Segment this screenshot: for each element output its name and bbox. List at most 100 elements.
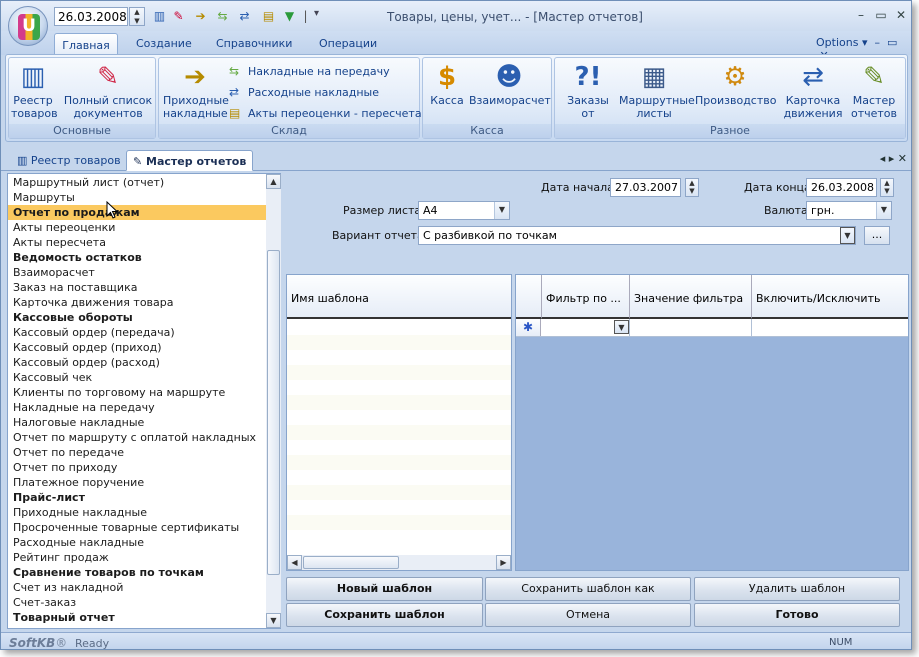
delete-template-button[interactable]: Удалить шаблон <box>694 577 900 601</box>
full-documents-list-button[interactable]: ✎ Полный список документов <box>63 62 153 120</box>
template-name-header[interactable]: Имя шаблона <box>287 275 511 319</box>
tab-references[interactable]: Справочники <box>216 37 292 50</box>
report-list-item[interactable]: Сравнение товаров по точкам <box>8 565 266 580</box>
report-list-item[interactable]: Карточка движения товара <box>8 295 266 310</box>
report-list-scrollbar[interactable]: ▲ ▼ <box>266 174 281 628</box>
report-list-item[interactable]: Счет из накладной <box>8 580 266 595</box>
report-list-item[interactable]: Кассовый чек <box>8 370 266 385</box>
include-exclude-cell[interactable] <box>752 319 908 336</box>
scroll-right-icon[interactable]: ▶ <box>496 555 511 570</box>
movement-card-button[interactable]: ⇄ Карточка движения <box>783 62 843 120</box>
scroll-thumb[interactable] <box>267 250 280 575</box>
report-variant-select[interactable]: С разбивкой по точкам ▼ <box>418 226 856 245</box>
variant-browse-button[interactable]: ... <box>864 226 890 245</box>
close-icon[interactable]: ✕ <box>892 7 910 23</box>
report-list-item[interactable]: Кассовый ордер (расход) <box>8 355 266 370</box>
report-list-item[interactable]: Расходные накладные <box>8 535 266 550</box>
report-list-item[interactable]: Отчет по передаче <box>8 445 266 460</box>
current-date-field[interactable]: 26.03.2008 <box>54 7 128 26</box>
report-list-item[interactable]: Заказ на поставщика <box>8 280 266 295</box>
report-list-item[interactable]: Взаиморасчет <box>8 265 266 280</box>
report-list-item[interactable]: Платежное поручение <box>8 475 266 490</box>
filter-value-header[interactable]: Значение фильтра <box>630 275 752 319</box>
incoming-invoices-button[interactable]: ➔ Приходные накладные <box>163 62 229 120</box>
date-end-spinner[interactable]: ▲ ▼ <box>880 178 894 197</box>
scroll-up-icon[interactable]: ▲ <box>266 174 281 189</box>
report-list-item[interactable]: Просроченные товарные сертификаты <box>8 520 266 535</box>
tab-create[interactable]: Создание <box>136 37 192 50</box>
filter-icon[interactable]: ▼ <box>282 8 297 24</box>
filter-grid[interactable]: Фильтр по ... Значение фильтра Включить/… <box>515 274 909 571</box>
report-wizard-button[interactable]: ✎ Мастер отчетов <box>849 62 899 120</box>
report-list-item[interactable]: Отчет по продажам <box>8 205 266 220</box>
app-menu-button[interactable]: U <box>8 6 48 46</box>
date-start-field[interactable]: 27.03.2007 <box>610 178 681 197</box>
doc-tab-register[interactable]: ▥ Реестр товаров <box>11 150 127 171</box>
report-list-item[interactable]: Клиенты по торговому на маршруте <box>8 385 266 400</box>
filter-by-cell[interactable]: ▼ <box>542 319 630 336</box>
report-list-item[interactable]: Отчет по маршруту с оплатой накладных <box>8 430 266 445</box>
report-list-item[interactable]: Отчет по приходу <box>8 460 266 475</box>
filter-new-row[interactable]: ✱ ▼ <box>516 319 908 337</box>
report-list-item[interactable]: Приходные накладные <box>8 505 266 520</box>
report-list-item[interactable]: Кассовый ордер (приход) <box>8 340 266 355</box>
minimize-icon[interactable]: – <box>852 7 870 23</box>
done-button[interactable]: Готово <box>694 603 900 627</box>
chevron-down-icon[interactable]: ▼ <box>494 202 509 219</box>
scroll-left-icon[interactable]: ◀ <box>287 555 302 570</box>
save-template-as-button[interactable]: Сохранить шаблон как <box>485 577 691 601</box>
report-list-item[interactable]: Товарный отчет <box>8 610 266 625</box>
report-list-item[interactable]: Маршрутный лист (отчет) <box>8 175 266 190</box>
doc-tab-report-wizard[interactable]: ✎ Мастер отчетов <box>126 150 254 171</box>
cash-button[interactable]: $ Касса <box>429 62 465 107</box>
incoming-invoice-icon[interactable]: ➔ <box>193 8 208 24</box>
report-list-item[interactable]: Кассовый ордер (передача) <box>8 325 266 340</box>
chevron-down-icon[interactable]: ▼ <box>840 227 855 244</box>
settlements-button[interactable]: ☻ Взаиморасчет <box>469 62 551 107</box>
date-end-field[interactable]: 26.03.2008 <box>806 178 877 197</box>
report-list-item[interactable]: Акты пересчета <box>8 235 266 250</box>
transfer-invoices-button[interactable]: ⇆ Накладные на передачу <box>229 64 390 78</box>
route-sheets-button[interactable]: ▦ Маршрутные листы <box>619 62 695 120</box>
report-list-item[interactable]: Ведомость остатков <box>8 250 266 265</box>
revaluation-icon[interactable]: ▤ <box>261 8 276 24</box>
include-exclude-header[interactable]: Включить/Исключить <box>752 275 908 319</box>
outgoing-invoice-icon[interactable]: ⇄ <box>237 8 252 24</box>
outgoing-invoices-button[interactable]: ⇄ Расходные накладные <box>229 85 379 99</box>
report-list-item[interactable]: Маршруты <box>8 190 266 205</box>
register-button[interactable]: ▥ Реестр товаров <box>11 62 58 120</box>
save-template-button[interactable]: Сохранить шаблон <box>286 603 483 627</box>
date-spinner[interactable]: ▲ ▼ <box>129 7 145 26</box>
page-size-select[interactable]: A4 ▼ <box>418 201 510 220</box>
cancel-button[interactable]: Отмена <box>485 603 691 627</box>
maximize-icon[interactable]: ▭ <box>872 7 890 23</box>
revaluation-acts-button[interactable]: ▤ Акты переоценки - пересчета <box>229 106 422 120</box>
report-list[interactable]: Маршрутный лист (отчет) Маршруты Отчет по … <box>8 175 266 628</box>
report-list-item[interactable]: Акты переоценки <box>8 220 266 235</box>
transfer-invoice-icon[interactable]: ⇆ <box>215 8 230 24</box>
customize-toolbar-icon[interactable]: ▾ <box>314 8 319 19</box>
tab-home[interactable]: Главная <box>54 33 118 55</box>
doc-tab-navigation[interactable]: ◂ ▸ ✕ <box>880 152 907 165</box>
scroll-down-icon[interactable]: ▼ <box>266 613 281 628</box>
report-list-item[interactable]: Налоговые накладные <box>8 415 266 430</box>
register-icon[interactable]: ▥ <box>152 8 167 24</box>
date-start-spinner[interactable]: ▲ ▼ <box>685 178 699 197</box>
templates-grid[interactable]: Имя шаблона ◀ ▶ <box>286 274 512 571</box>
documents-icon[interactable]: ✎ <box>171 8 186 24</box>
production-button[interactable]: ⚙ Производство <box>695 62 776 107</box>
currency-select[interactable]: грн. ▼ <box>806 201 892 220</box>
chevron-down-icon[interactable]: ▼ <box>614 320 629 334</box>
client-orders-button[interactable]: ?! Заказы от клиентов <box>559 62 617 133</box>
report-list-item[interactable]: Прайс-лист <box>8 490 266 505</box>
report-list-item[interactable]: Накладные на передачу <box>8 400 266 415</box>
report-list-item[interactable]: Счет-заказ <box>8 595 266 610</box>
filter-by-header[interactable]: Фильтр по ... <box>542 275 630 319</box>
templates-hscrollbar[interactable]: ◀ ▶ <box>287 555 511 570</box>
hscroll-thumb[interactable] <box>303 556 399 569</box>
tab-operations[interactable]: Операции <box>319 37 377 50</box>
new-template-button[interactable]: Новый шаблон <box>286 577 483 601</box>
filter-value-cell[interactable] <box>630 319 752 336</box>
report-list-item[interactable]: Рейтинг продаж <box>8 550 266 565</box>
chevron-down-icon[interactable]: ▼ <box>876 202 891 219</box>
